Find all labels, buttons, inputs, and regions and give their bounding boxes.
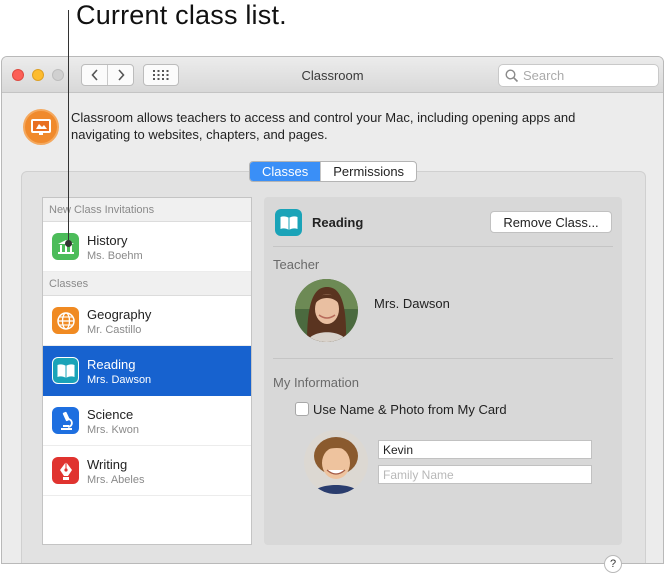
my-avatar[interactable] — [304, 430, 368, 494]
title-bar: Classroom Search — [2, 57, 663, 93]
search-field[interactable]: Search — [498, 64, 659, 87]
class-item-writing[interactable]: Writing Mrs. Abeles — [43, 446, 251, 496]
class-teacher: Ms. Boehm — [87, 250, 143, 262]
my-information-label: My Information — [273, 375, 359, 390]
divider — [273, 246, 613, 247]
pen-nib-icon — [52, 457, 79, 484]
app-description: Classroom allows teachers to access and … — [71, 110, 576, 142]
classes-section-header: Classes — [43, 272, 251, 296]
tab-permissions[interactable]: Permissions — [320, 162, 416, 181]
teacher-avatar — [295, 279, 358, 342]
class-item-history[interactable]: History Ms. Boehm — [43, 222, 251, 272]
class-name: Geography — [87, 307, 152, 322]
use-card-label: Use Name & Photo from My Card — [313, 402, 507, 417]
teacher-name: Mrs. Dawson — [374, 296, 450, 311]
remove-class-button[interactable]: Remove Class... — [490, 211, 612, 233]
book-icon — [52, 357, 79, 384]
museum-icon — [52, 233, 79, 260]
globe-icon — [52, 307, 79, 334]
use-card-checkbox[interactable] — [295, 402, 309, 416]
class-item-geography[interactable]: Geography Mr. Castillo — [43, 296, 251, 346]
callout-line — [68, 10, 69, 243]
divider — [273, 358, 613, 359]
teacher-section-label: Teacher — [273, 257, 320, 272]
book-icon — [275, 209, 302, 236]
class-title: Reading — [312, 215, 364, 230]
class-name: History — [87, 233, 128, 248]
class-name: Writing — [87, 457, 128, 472]
tab-classes[interactable]: Classes — [250, 162, 321, 181]
help-button[interactable]: ? — [604, 555, 622, 573]
search-icon — [505, 68, 519, 82]
class-teacher: Mrs. Kwon — [87, 424, 139, 436]
class-teacher: Mrs. Abeles — [87, 474, 145, 486]
callout-dot — [65, 240, 72, 247]
class-detail-pane: Reading Remove Class... Teacher Mrs. Daw… — [264, 197, 622, 545]
class-teacher: Mrs. Dawson — [87, 374, 152, 386]
classroom-app-icon — [23, 109, 59, 145]
family-name-field[interactable] — [378, 465, 592, 484]
class-teacher: Mr. Castillo — [87, 324, 142, 336]
callout-label: Current class list. — [76, 0, 287, 30]
class-item-science[interactable]: Science Mrs. Kwon — [43, 396, 251, 446]
first-name-field[interactable] — [378, 440, 592, 459]
tab-control: Classes Permissions — [249, 161, 418, 182]
invitations-section-header: New Class Invitations — [43, 198, 251, 222]
microscope-icon — [52, 407, 79, 434]
class-list: New Class Invitations History Ms. Boehm … — [42, 197, 252, 545]
class-item-reading[interactable]: Reading Mrs. Dawson — [43, 346, 251, 396]
class-name: Science — [87, 407, 134, 422]
search-placeholder: Search — [523, 68, 565, 83]
class-name: Reading — [87, 357, 136, 372]
